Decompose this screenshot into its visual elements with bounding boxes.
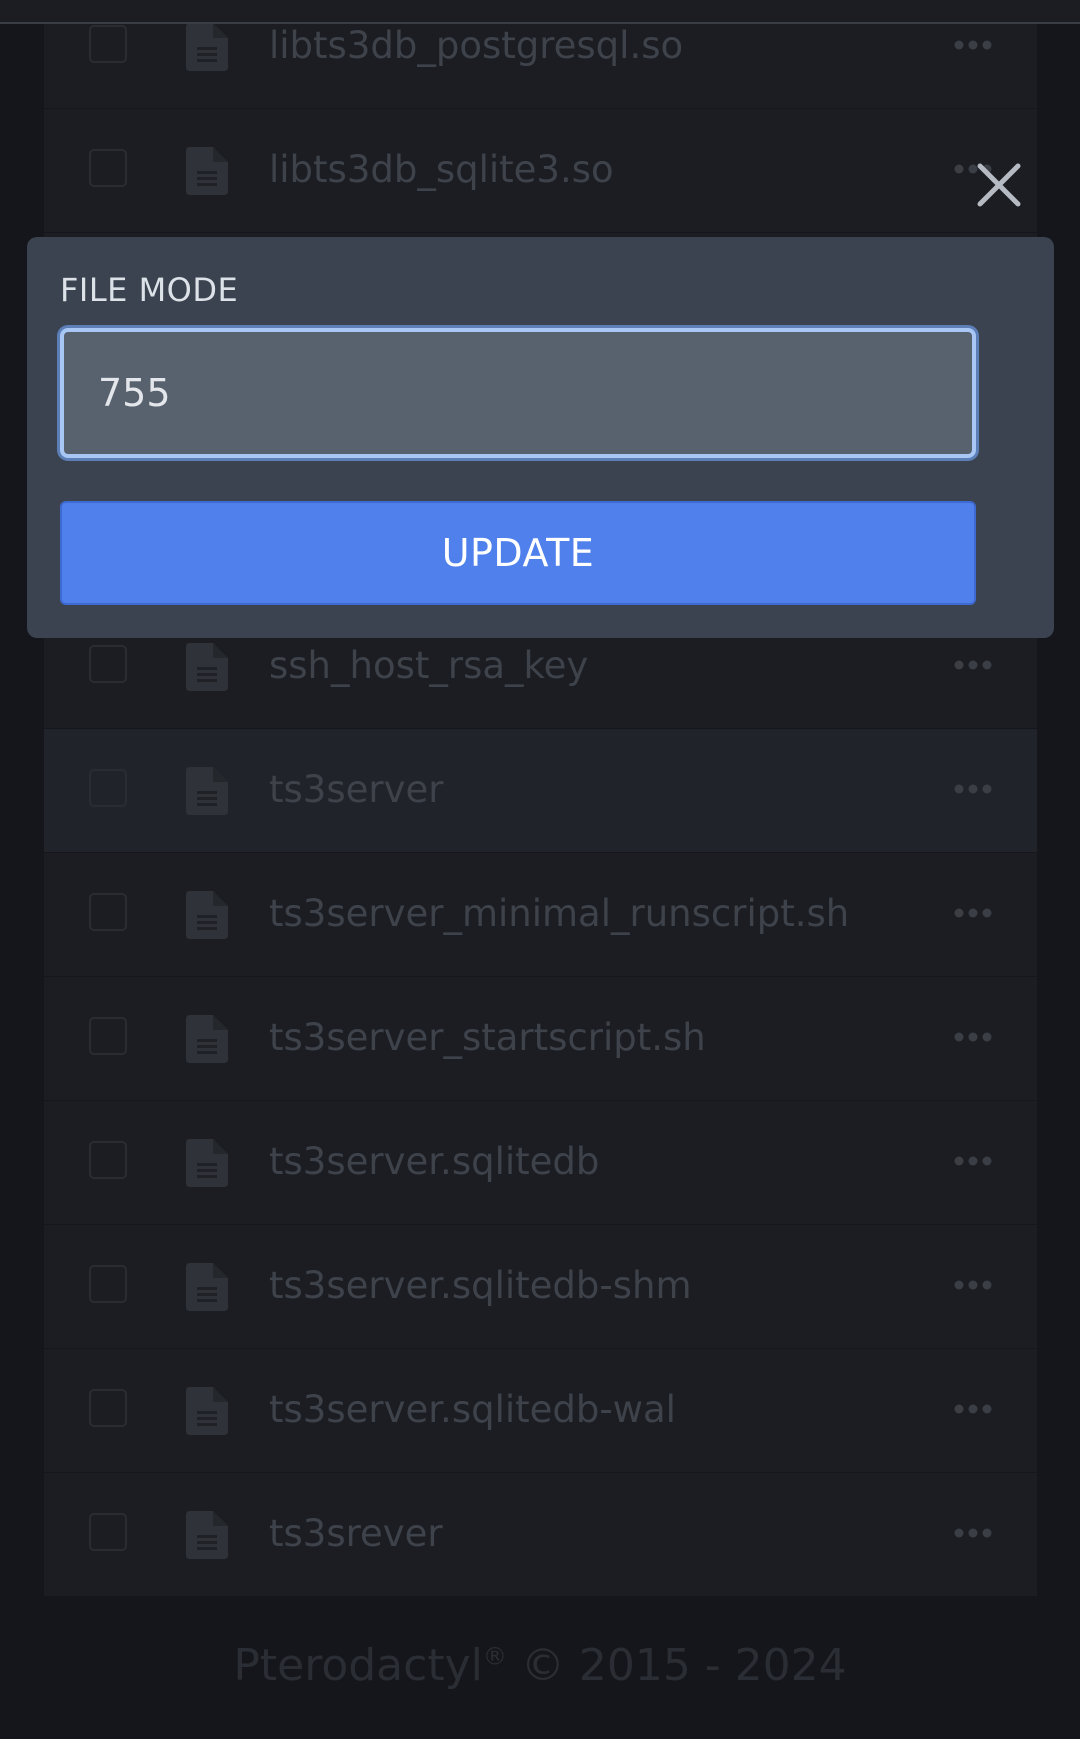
file-select-checkbox[interactable] (89, 769, 127, 807)
file-name[interactable]: ts3srever (269, 1511, 443, 1557)
file-name[interactable]: ts3server.sqlitedb-shm (269, 1263, 692, 1309)
file-icon (186, 1511, 228, 1559)
file-icon (186, 23, 228, 71)
file-icon (186, 767, 228, 815)
file-select-checkbox[interactable] (89, 1141, 127, 1179)
file-select-checkbox[interactable] (89, 1265, 127, 1303)
file-name[interactable]: ssh_host_rsa_key (269, 643, 588, 689)
file-select-checkbox[interactable] (89, 893, 127, 931)
more-options-icon[interactable] (953, 1149, 993, 1173)
file-icon (186, 147, 228, 195)
file-icon (186, 891, 228, 939)
file-row[interactable]: ts3srever (44, 1473, 1037, 1596)
file-select-checkbox[interactable] (89, 149, 127, 187)
file-name[interactable]: ts3server.sqlitedb (269, 1139, 599, 1185)
file-row[interactable]: ts3server.sqlitedb-shm (44, 1225, 1037, 1348)
footer: Pterodactyl® © 2015 - 2024 (0, 1640, 1080, 1691)
file-row[interactable]: libts3db_sqlite3.so (44, 109, 1037, 232)
file-icon (186, 1263, 228, 1311)
footer-registered-mark: ® (482, 1642, 507, 1671)
file-icon (186, 1387, 228, 1435)
more-options-icon[interactable] (953, 1397, 993, 1421)
file-select-checkbox[interactable] (89, 645, 127, 683)
more-options-icon[interactable] (953, 1025, 993, 1049)
more-options-icon[interactable] (953, 1521, 993, 1545)
top-bar (0, 0, 1080, 24)
file-select-checkbox[interactable] (89, 1513, 127, 1551)
file-icon (186, 1015, 228, 1063)
file-icon (186, 1139, 228, 1187)
more-options-icon[interactable] (953, 1273, 993, 1297)
file-name[interactable]: ts3server_minimal_runscript.sh (269, 891, 849, 937)
file-row[interactable]: ts3server (44, 729, 1037, 852)
file-select-checkbox[interactable] (89, 1017, 127, 1055)
file-select-checkbox[interactable] (89, 1389, 127, 1427)
close-modal-button[interactable] (972, 158, 1026, 212)
file-name[interactable]: libts3db_postgresql.so (269, 23, 683, 69)
file-select-checkbox[interactable] (89, 25, 127, 63)
file-manager-page: libts3db_postgresql.so libts3db_sqlite3.s… (0, 0, 1080, 1739)
file-row[interactable]: ts3server_minimal_runscript.sh (44, 853, 1037, 976)
more-options-icon[interactable] (953, 777, 993, 801)
footer-brand: Pterodactyl (233, 1640, 483, 1691)
file-icon (186, 643, 228, 691)
close-icon (977, 163, 1021, 207)
file-row[interactable]: ts3server.sqlitedb (44, 1101, 1037, 1224)
more-options-icon[interactable] (953, 653, 993, 677)
footer-copyright: © 2015 - 2024 (520, 1640, 847, 1691)
file-row[interactable]: ts3server_startscript.sh (44, 977, 1037, 1100)
file-name[interactable]: ts3server.sqlitedb-wal (269, 1387, 676, 1433)
file-mode-input[interactable] (60, 328, 976, 458)
file-name[interactable]: ts3server (269, 767, 443, 813)
file-mode-modal: FILE MODE UPDATE (27, 237, 1054, 638)
file-name[interactable]: ts3server_startscript.sh (269, 1015, 706, 1061)
update-button[interactable]: UPDATE (60, 501, 976, 605)
file-mode-label: FILE MODE (60, 271, 239, 309)
file-row[interactable]: ts3server.sqlitedb-wal (44, 1349, 1037, 1472)
more-options-icon[interactable] (953, 33, 993, 57)
more-options-icon[interactable] (953, 901, 993, 925)
file-name[interactable]: libts3db_sqlite3.so (269, 147, 614, 193)
